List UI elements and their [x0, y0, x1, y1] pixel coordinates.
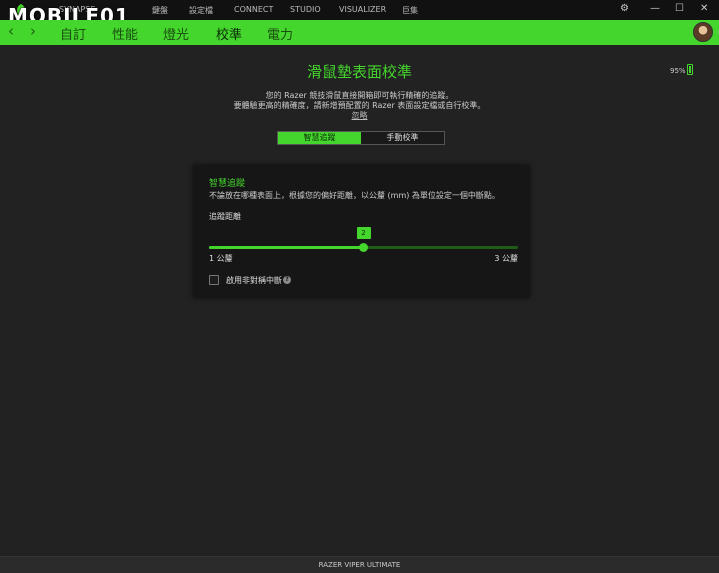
tab-customize[interactable]: 自訂 [60, 24, 86, 43]
smart-tracking-button[interactable]: 智慧追蹤 [278, 132, 361, 144]
calibration-mode-toggle: 智慧追蹤 手動校準 [277, 131, 445, 145]
topnav-connect[interactable]: CONNECT [234, 5, 273, 14]
topnav-keyboard[interactable]: 鍵盤 [152, 5, 168, 16]
battery-charging-icon [687, 64, 693, 75]
tab-calibration[interactable]: 校準 [216, 24, 242, 43]
slider-value-bubble: 2 [356, 227, 371, 239]
ignore-link[interactable]: 忽略 [0, 110, 719, 121]
page-title: 滑鼠墊表面校準 [306, 63, 412, 81]
slider-min-label: 1 公釐 [209, 254, 233, 263]
slider-max-label: 3 公釐 [494, 254, 518, 263]
slider-thumb[interactable] [359, 243, 368, 252]
topnav-macros[interactable]: 巨集 [402, 5, 418, 16]
tracking-distance-label: 追蹤距離 [209, 212, 241, 221]
asymmetric-cutoff-label: 啟用非對稱中斷 [226, 276, 282, 285]
user-avatar[interactable] [693, 22, 713, 42]
settings-gear-icon[interactable]: ⚙ [620, 3, 629, 14]
card-description: 不論放在哪種表面上，根據您的偏好距離，以公釐 (mm) 為單位設定一個中斷點。 [209, 191, 500, 200]
battery-percent: 95% [670, 67, 686, 75]
back-arrow-icon[interactable]: ‹ [8, 22, 14, 40]
asymmetric-cutoff-checkbox[interactable] [209, 275, 219, 285]
topnav-visualizer[interactable]: VISUALIZER [339, 5, 386, 14]
topnav-profiles[interactable]: 設定檔 [189, 5, 213, 16]
tab-lighting[interactable]: 燈光 [163, 24, 189, 43]
tab-power[interactable]: 電力 [267, 24, 293, 43]
minimize-icon[interactable]: — [650, 3, 660, 14]
manual-calibration-button[interactable]: 手動校準 [361, 132, 444, 144]
card-title: 智慧追蹤 [209, 179, 246, 189]
help-icon[interactable]: ? [283, 276, 291, 284]
slider-fill [209, 246, 364, 249]
tracking-distance-slider[interactable] [209, 243, 518, 252]
forward-arrow-icon[interactable]: › [30, 22, 36, 40]
close-icon[interactable]: ✕ [700, 3, 708, 14]
device-name: RAZER VIPER ULTIMATE [318, 561, 401, 569]
footer-bar: RAZER VIPER ULTIMATE [0, 556, 719, 573]
maximize-icon[interactable]: ☐ [675, 3, 684, 14]
topnav-studio[interactable]: STUDIO [290, 5, 321, 14]
tab-performance[interactable]: 性能 [112, 24, 138, 43]
smart-tracking-card: 智慧追蹤 不論放在哪種表面上，根據您的偏好距離，以公釐 (mm) 為單位設定一個… [193, 165, 530, 298]
tab-bar: ‹ › 自訂 性能 燈光 校準 電力 [0, 20, 719, 45]
